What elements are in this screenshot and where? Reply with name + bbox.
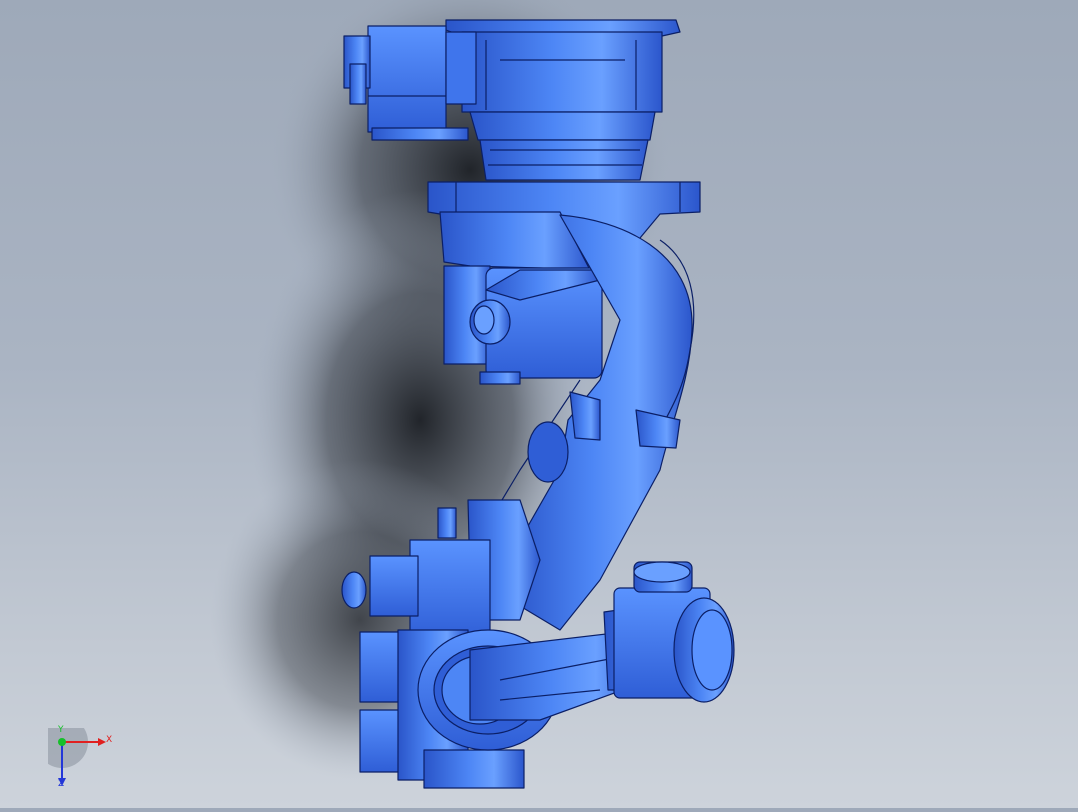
robot-arm-model[interactable] — [0, 0, 1078, 808]
triad-z-label: Z — [58, 779, 65, 789]
coordinate-triad: X Y Z — [36, 716, 118, 790]
graphics-viewport[interactable]: X Y Z — [0, 0, 1078, 808]
triad-y-label: Y — [58, 725, 64, 735]
tool-flange[interactable] — [613, 561, 735, 703]
triad-x-label: X — [106, 735, 113, 745]
axis2-motor[interactable] — [469, 267, 603, 385]
